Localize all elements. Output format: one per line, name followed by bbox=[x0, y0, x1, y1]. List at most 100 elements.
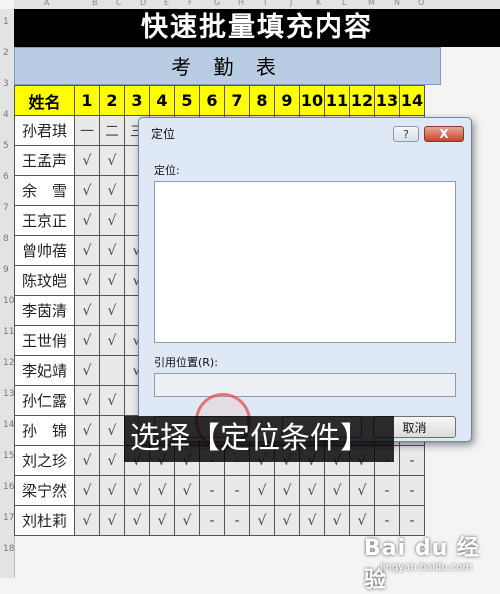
attendance-cell[interactable]: √ bbox=[99, 205, 125, 236]
row-number[interactable]: 9 bbox=[3, 265, 9, 275]
row-number[interactable]: 4 bbox=[3, 110, 9, 120]
day-header-cell[interactable]: 12 bbox=[349, 85, 375, 116]
row-number[interactable]: 2 bbox=[3, 48, 9, 58]
day-header-cell[interactable]: 14 bbox=[399, 85, 425, 116]
attendance-cell[interactable]: √ bbox=[74, 445, 100, 476]
day-header-cell[interactable]: 7 bbox=[224, 85, 250, 116]
name-header-cell[interactable]: 姓名 bbox=[14, 85, 75, 116]
attendance-cell[interactable]: √ bbox=[74, 355, 100, 386]
day-header-cell[interactable]: 5 bbox=[174, 85, 200, 116]
row-number[interactable]: 10 bbox=[3, 296, 14, 306]
day-header-cell[interactable]: 4 bbox=[149, 85, 175, 116]
row-number[interactable]: 3 bbox=[3, 79, 9, 89]
name-cell[interactable]: 李茵清 bbox=[14, 295, 75, 326]
row-number[interactable]: 12 bbox=[3, 358, 14, 368]
column-letter[interactable]: A bbox=[44, 0, 49, 7]
attendance-cell[interactable]: - bbox=[399, 445, 425, 476]
attendance-cell[interactable]: √ bbox=[349, 475, 375, 506]
row-number[interactable]: 6 bbox=[3, 172, 9, 182]
day-header-cell[interactable]: 10 bbox=[299, 85, 325, 116]
row-number[interactable]: 13 bbox=[3, 389, 14, 399]
attendance-cell[interactable]: √ bbox=[74, 145, 100, 176]
column-letter[interactable]: M bbox=[368, 0, 375, 7]
attendance-cell[interactable]: 二 bbox=[99, 115, 125, 146]
day-header-cell[interactable]: 2 bbox=[99, 85, 125, 116]
attendance-cell[interactable]: √ bbox=[74, 295, 100, 326]
goto-list[interactable] bbox=[154, 181, 456, 343]
name-cell[interactable]: 刘杜莉 bbox=[14, 505, 75, 536]
attendance-cell[interactable]: √ bbox=[74, 385, 100, 416]
attendance-cell[interactable]: √ bbox=[99, 265, 125, 296]
row-number[interactable]: 16 bbox=[3, 482, 14, 492]
name-cell[interactable]: 王世俏 bbox=[14, 325, 75, 356]
day-header-cell[interactable]: 1 bbox=[74, 85, 100, 116]
attendance-cell[interactable]: √ bbox=[124, 475, 150, 506]
name-cell[interactable]: 余 雪 bbox=[14, 175, 75, 206]
name-cell[interactable]: 陈玟皑 bbox=[14, 265, 75, 296]
day-header-cell[interactable]: 6 bbox=[199, 85, 225, 116]
attendance-cell[interactable]: √ bbox=[74, 205, 100, 236]
row-number[interactable]: 5 bbox=[3, 141, 9, 151]
attendance-cell[interactable]: √ bbox=[124, 505, 150, 536]
column-letter[interactable]: F bbox=[188, 0, 193, 7]
column-letter[interactable]: K bbox=[316, 0, 321, 7]
attendance-cell[interactable]: 一 bbox=[74, 115, 100, 146]
attendance-cell[interactable]: √ bbox=[99, 505, 125, 536]
name-cell[interactable]: 王孟声 bbox=[14, 145, 75, 176]
attendance-cell[interactable]: √ bbox=[274, 475, 300, 506]
name-cell[interactable]: 王京正 bbox=[14, 205, 75, 236]
attendance-cell[interactable]: √ bbox=[99, 415, 125, 446]
attendance-cell[interactable]: √ bbox=[274, 505, 300, 536]
day-header-cell[interactable]: 9 bbox=[274, 85, 300, 116]
attendance-cell[interactable]: √ bbox=[74, 175, 100, 206]
column-letter[interactable]: L bbox=[342, 0, 346, 7]
attendance-cell[interactable]: √ bbox=[99, 325, 125, 356]
attendance-cell[interactable]: - bbox=[399, 475, 425, 506]
day-header-cell[interactable]: 3 bbox=[124, 85, 150, 116]
attendance-cell[interactable]: √ bbox=[174, 475, 200, 506]
column-letter[interactable]: O bbox=[418, 0, 424, 7]
column-letter[interactable]: C bbox=[116, 0, 122, 7]
attendance-cell[interactable]: - bbox=[224, 475, 250, 506]
attendance-cell[interactable]: √ bbox=[324, 505, 350, 536]
column-letter[interactable]: J bbox=[290, 0, 292, 7]
attendance-cell[interactable]: √ bbox=[99, 385, 125, 416]
row-number[interactable]: 18 bbox=[3, 544, 14, 554]
column-letter[interactable]: H bbox=[238, 0, 244, 7]
attendance-cell[interactable]: √ bbox=[149, 505, 175, 536]
name-cell[interactable]: 梁宁然 bbox=[14, 475, 75, 506]
column-letter[interactable]: G bbox=[214, 0, 220, 7]
help-button[interactable]: ? bbox=[393, 126, 419, 142]
row-number[interactable]: 11 bbox=[3, 327, 14, 337]
row-number[interactable]: 7 bbox=[3, 203, 9, 213]
attendance-cell[interactable]: √ bbox=[149, 475, 175, 506]
attendance-cell[interactable]: √ bbox=[299, 505, 325, 536]
attendance-cell[interactable] bbox=[99, 355, 125, 386]
name-cell[interactable]: 曾帅蓓 bbox=[14, 235, 75, 266]
name-cell[interactable]: 孙 锦 bbox=[14, 415, 75, 446]
row-number[interactable]: 8 bbox=[3, 234, 9, 244]
attendance-cell[interactable]: √ bbox=[99, 475, 125, 506]
attendance-cell[interactable]: √ bbox=[74, 325, 100, 356]
attendance-cell[interactable]: √ bbox=[99, 445, 125, 476]
row-number[interactable]: 15 bbox=[3, 451, 14, 461]
attendance-cell[interactable]: √ bbox=[74, 235, 100, 266]
day-header-cell[interactable]: 8 bbox=[249, 85, 275, 116]
attendance-cell[interactable]: - bbox=[199, 475, 225, 506]
attendance-cell[interactable]: √ bbox=[74, 505, 100, 536]
column-letter[interactable]: I bbox=[264, 0, 266, 7]
attendance-cell[interactable]: √ bbox=[74, 475, 100, 506]
column-letter[interactable]: N bbox=[394, 0, 400, 7]
attendance-cell[interactable]: √ bbox=[299, 475, 325, 506]
attendance-cell[interactable]: √ bbox=[249, 475, 275, 506]
day-header-cell[interactable]: 11 bbox=[324, 85, 350, 116]
day-header-cell[interactable]: 13 bbox=[374, 85, 400, 116]
attendance-cell[interactable]: - bbox=[199, 505, 225, 536]
attendance-cell[interactable]: - bbox=[224, 505, 250, 536]
attendance-cell[interactable]: √ bbox=[174, 505, 200, 536]
attendance-cell[interactable]: √ bbox=[249, 505, 275, 536]
name-cell[interactable]: 孙仁露 bbox=[14, 385, 75, 416]
attendance-cell[interactable]: √ bbox=[74, 265, 100, 296]
name-cell[interactable]: 孙君琪 bbox=[14, 115, 75, 146]
attendance-cell[interactable]: - bbox=[374, 475, 400, 506]
